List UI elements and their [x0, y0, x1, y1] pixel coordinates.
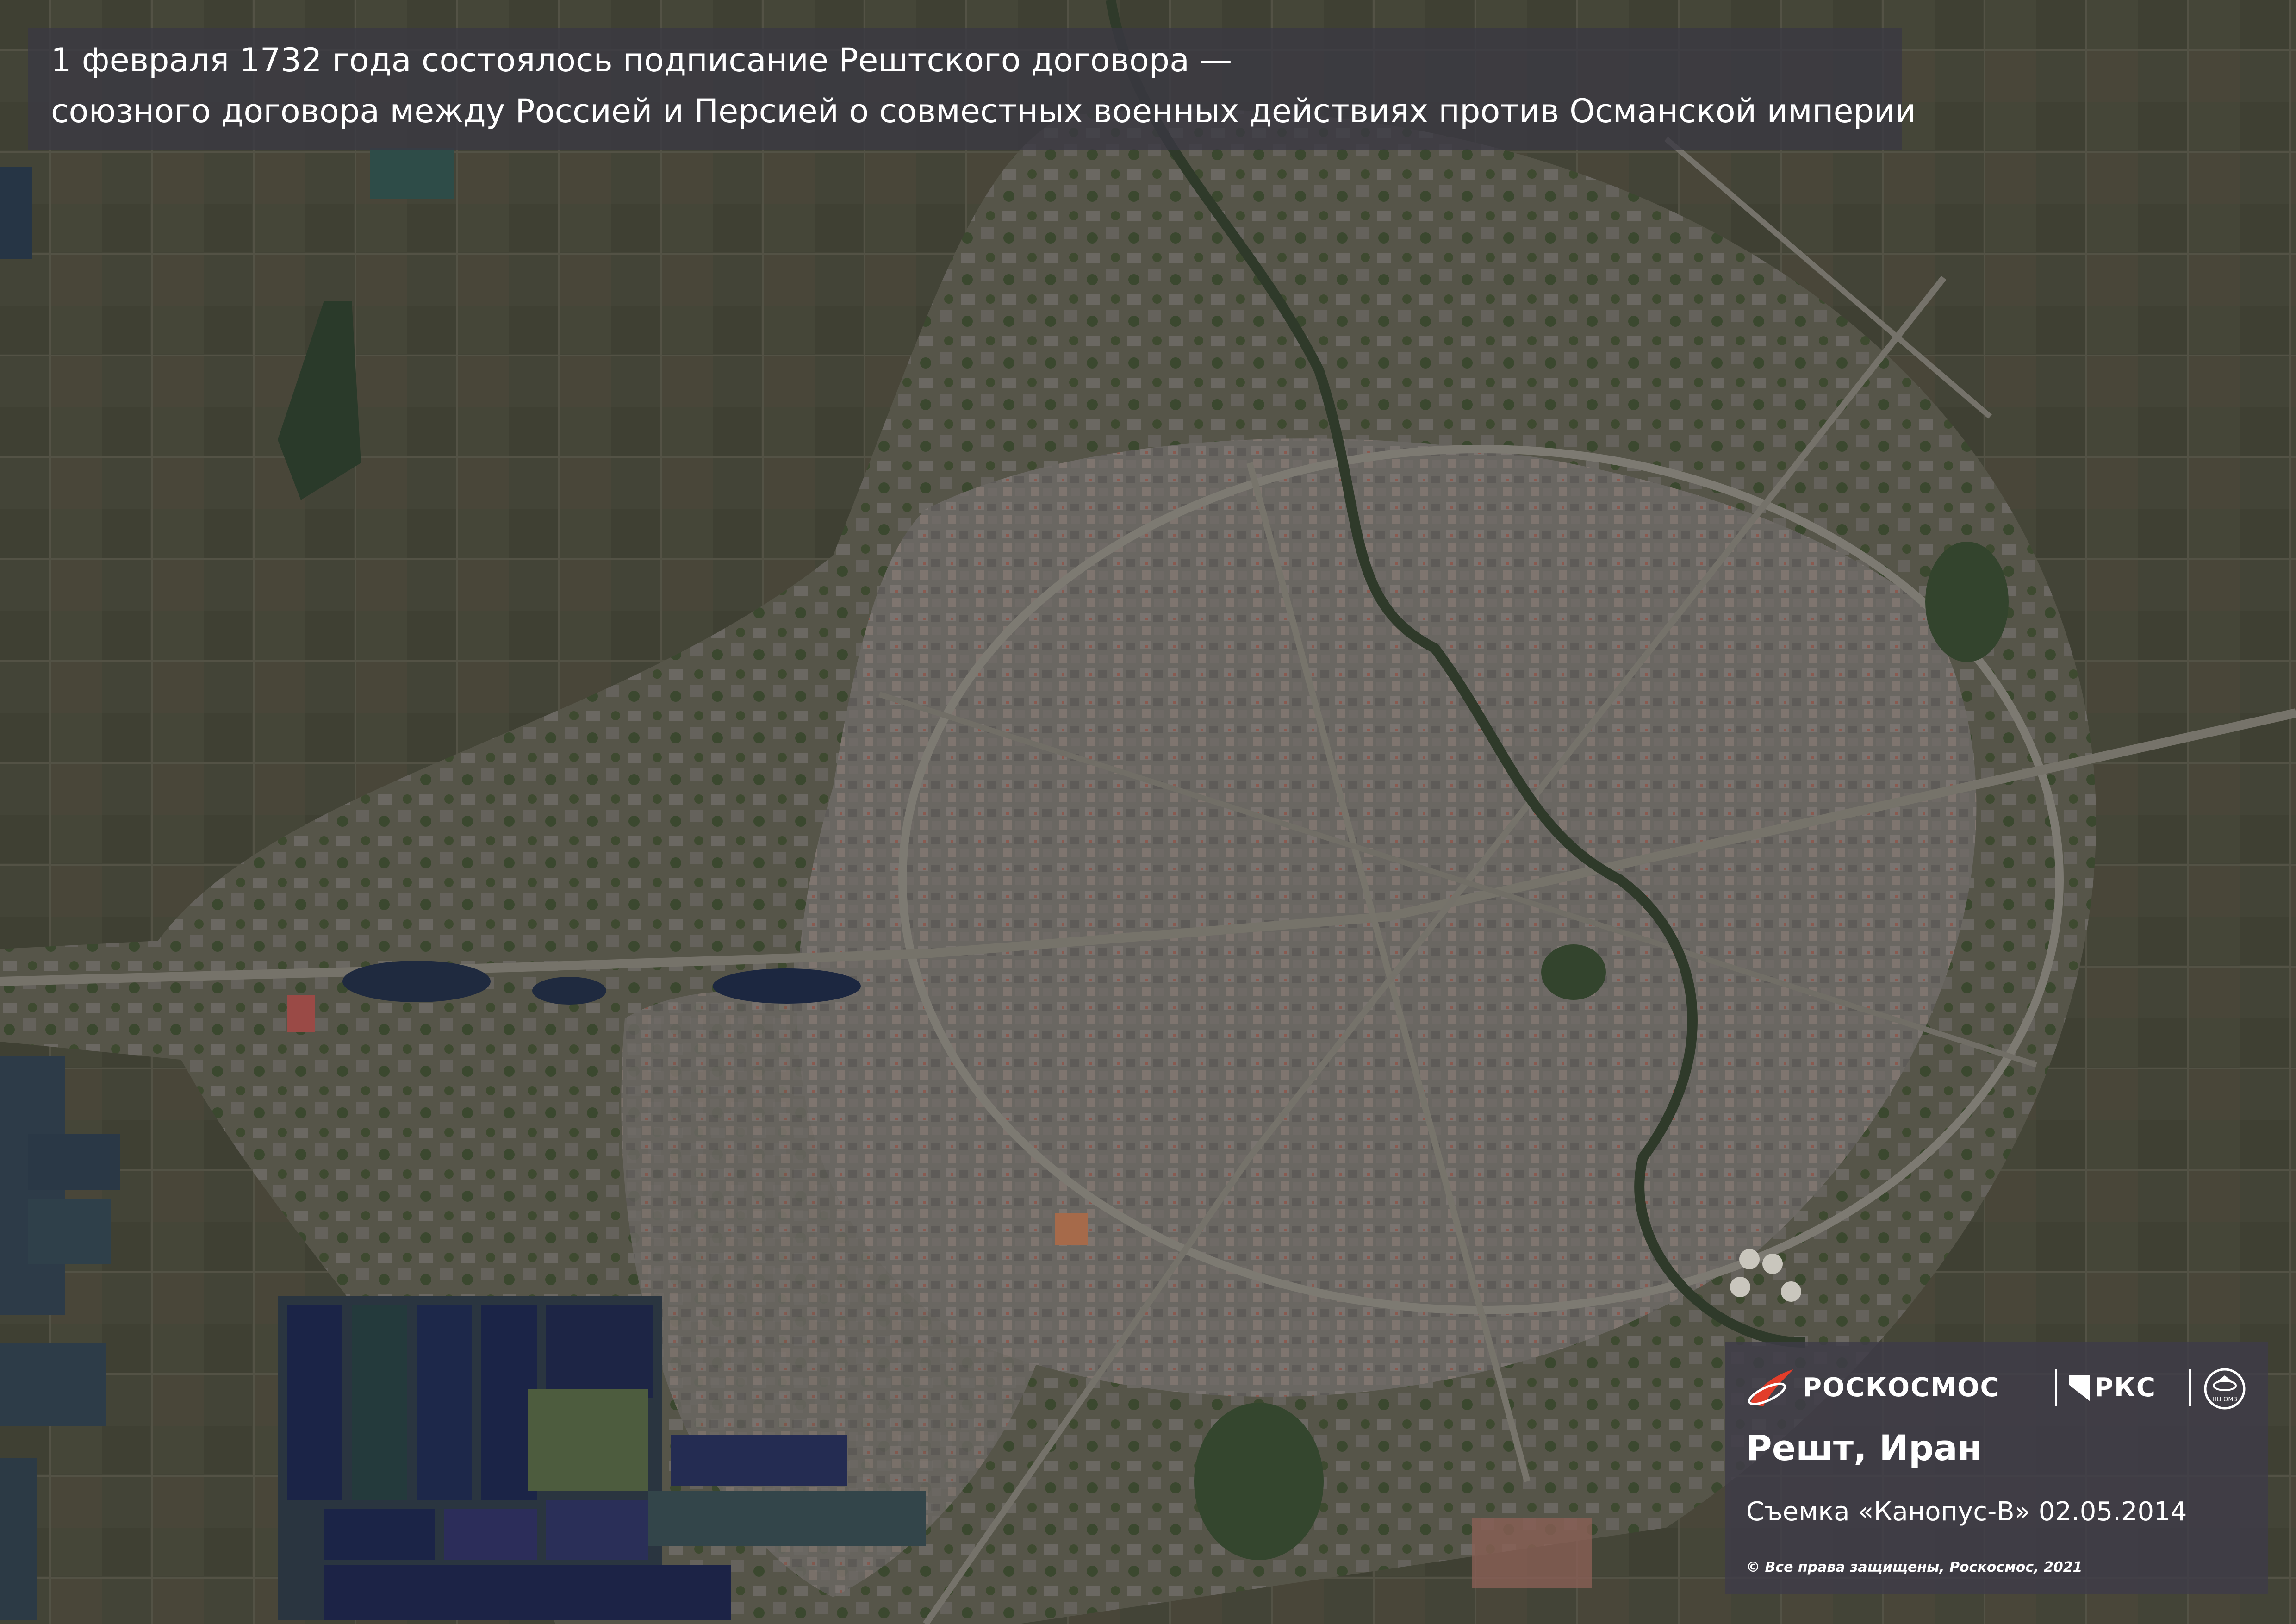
location-title: Решт, Иран: [1746, 1427, 1982, 1468]
rks-logo-icon: [2069, 1375, 2090, 1401]
survey-info: Съемка «Канопус-В» 02.05.2014: [1746, 1497, 2187, 1527]
satellite-image-viewer: 1 февраля 1732 года состоялось подписани…: [0, 0, 2296, 1624]
rks-wordmark: РКС: [2094, 1373, 2156, 1403]
caption-banner: 1 февраля 1732 года состоялось подписани…: [28, 28, 1916, 150]
caption-line-1: 1 февраля 1732 года состоялось подписани…: [51, 41, 1232, 79]
logo-divider: [2055, 1369, 2057, 1406]
roscosmos-logo-icon: [1748, 1369, 1793, 1406]
emblem-caption: НЦ ОМЗ: [2212, 1396, 2237, 1403]
copyright-notice: © Все права защищены, Роскосмос, 2021: [1746, 1559, 2083, 1575]
logo-divider-2: [2189, 1369, 2191, 1406]
info-panel: РОСКОСМОС РКС НЦ ОМЗ Решт, Иран Съемка «…: [1725, 1342, 2268, 1594]
logo-row: РОСКОСМОС РКС НЦ ОМЗ: [1745, 1362, 2254, 1413]
ncomz-emblem-icon: НЦ ОМЗ: [2204, 1368, 2246, 1410]
caption-line-2: союзного договора между Россией и Персие…: [51, 92, 1916, 130]
roscosmos-wordmark: РОСКОСМОС: [1803, 1373, 2000, 1403]
